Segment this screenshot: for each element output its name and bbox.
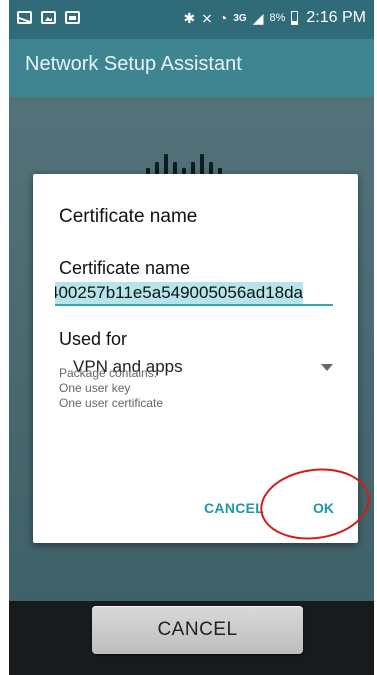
battery-icon: [291, 11, 299, 25]
image-icon: [41, 11, 56, 24]
bluetooth-icon: ✱: [183, 10, 196, 26]
dialog-title: Certificate name: [59, 206, 198, 227]
dropdown-arrow-icon: [321, 363, 333, 371]
mute-icon: ⨯: [201, 10, 213, 26]
package-line: One user key: [59, 381, 131, 395]
app-bar: Network Setup Assistant: [9, 39, 374, 97]
package-line: One user certificate: [59, 396, 164, 410]
signal-icon: ◢: [252, 10, 264, 26]
certificate-name-label: Certificate name: [59, 258, 191, 278]
network-type: 3G: [233, 12, 247, 24]
cancel-button[interactable]: CANCEL: [92, 606, 303, 654]
used-for-label: Used for: [59, 329, 128, 349]
package-info: Package contains: One user key One user …: [59, 366, 163, 411]
mail-icon: [17, 11, 32, 24]
dialog-cancel-button[interactable]: CANCEL: [204, 500, 264, 516]
app-title: Network Setup Assistant: [25, 53, 242, 75]
clock: 2:16 PM: [306, 9, 366, 26]
certificate-name-value: 400257b11e5a549005056ad18da: [55, 282, 304, 304]
calendar-icon: [65, 11, 80, 24]
phone-screen: ✱ ⨯ ◔ 3G ◢ 8% 2:16 PM Network Setup Assi…: [9, 0, 374, 675]
certificate-name-input[interactable]: 400257b11e5a549005056ad18da: [55, 282, 333, 306]
wifi-icon: ◔: [218, 10, 228, 26]
status-bar: ✱ ⨯ ◔ 3G ◢ 8% 2:16 PM: [9, 0, 374, 39]
battery-percent: 8%: [269, 12, 286, 24]
package-line: Package contains:: [59, 366, 158, 380]
